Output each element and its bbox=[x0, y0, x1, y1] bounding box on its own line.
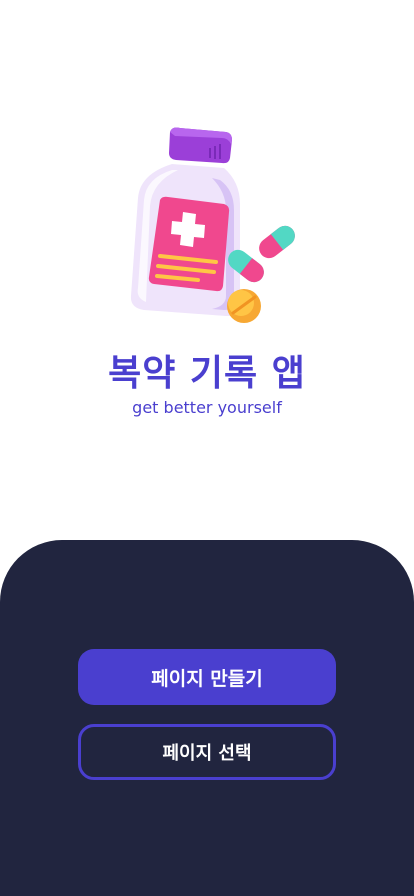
select-page-button[interactable]: 페이지 선택 bbox=[78, 724, 336, 780]
create-page-label: 페이지 만들기 bbox=[151, 667, 263, 690]
app-subtitle: get better yourself bbox=[132, 398, 282, 417]
medicine-bottle-illustration bbox=[100, 120, 314, 332]
app-title: 복약 기록 앱 bbox=[108, 353, 306, 394]
bottom-panel bbox=[0, 540, 414, 896]
launch-screen: 복약 기록 앱 get better yourself 페이지 만들기 페이지 … bbox=[0, 0, 414, 896]
medicine-bottle-icon bbox=[130, 127, 295, 323]
select-page-label: 페이지 선택 bbox=[162, 743, 252, 764]
create-page-button[interactable]: 페이지 만들기 bbox=[78, 649, 336, 705]
